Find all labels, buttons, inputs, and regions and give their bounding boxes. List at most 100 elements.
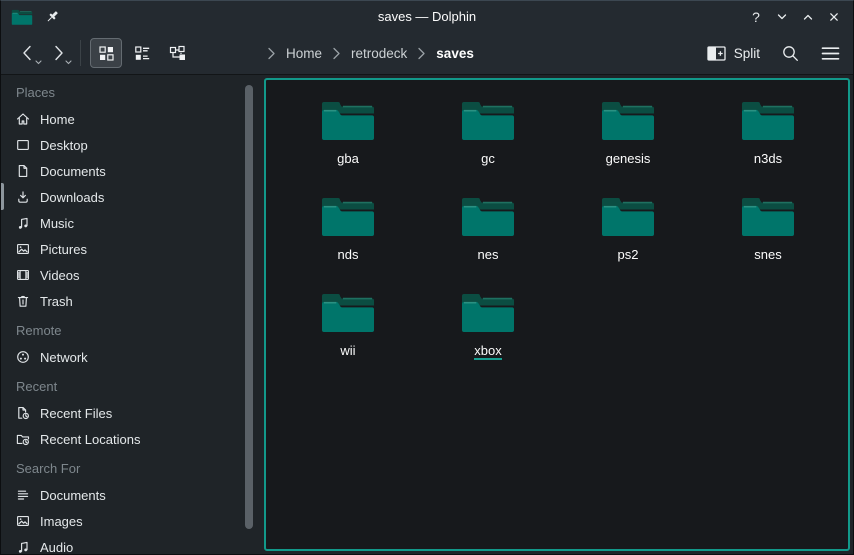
sidebar-item-documents[interactable]: Documents: [1, 482, 264, 508]
breadcrumb-separator-icon: [417, 47, 426, 60]
search-icon[interactable]: [781, 44, 800, 63]
breadcrumb-current[interactable]: saves: [436, 46, 474, 61]
sidebar-item-downloads[interactable]: Downloads: [1, 184, 264, 210]
toolbar: Home retrodeck saves Split: [1, 32, 853, 75]
sidebar-item-label: Downloads: [40, 190, 104, 205]
section-remote: Remote Network: [1, 318, 264, 370]
folder-wii[interactable]: wii: [278, 288, 418, 384]
sidebar-item-label: Network: [40, 350, 88, 365]
folder-label: nes: [478, 247, 499, 262]
sidebar-item-network[interactable]: Network: [1, 344, 264, 370]
forward-button[interactable]: [43, 38, 73, 68]
folder-icon: [600, 192, 656, 238]
sidebar-item-label: Documents: [40, 488, 106, 503]
folder-label: n3ds: [754, 151, 782, 166]
folder-nds[interactable]: nds: [278, 192, 418, 288]
split-button[interactable]: Split: [707, 46, 760, 61]
folder-icon: [460, 96, 516, 142]
folder-icon: [320, 288, 376, 334]
sidebar-item-label: Pictures: [40, 242, 87, 257]
breadcrumb-item-retrodeck[interactable]: retrodeck: [351, 46, 407, 61]
breadcrumb-separator-icon: [332, 47, 341, 60]
document-icon: [15, 163, 31, 179]
folder-label: ps2: [618, 247, 639, 262]
folder-icon: [320, 192, 376, 238]
folder-gba[interactable]: gba: [278, 96, 418, 192]
tree-view-button[interactable]: [162, 38, 194, 68]
titlebar[interactable]: saves — Dolphin ?: [1, 1, 853, 32]
sidebar-item-images[interactable]: Images: [1, 508, 264, 534]
window-title: saves — Dolphin: [1, 1, 853, 32]
desktop-icon: [15, 137, 31, 153]
section-header-search-for: Search For: [1, 456, 264, 482]
folder-label: nds: [338, 247, 359, 262]
minimize-button[interactable]: [769, 4, 795, 30]
folder-label: wii: [340, 343, 355, 358]
network-icon: [15, 349, 31, 365]
icons-view-button[interactable]: [90, 38, 122, 68]
sidebar-item-label: Trash: [40, 294, 73, 309]
section-header-places: Places: [1, 80, 264, 106]
sidebar-item-desktop[interactable]: Desktop: [1, 132, 264, 158]
folder-xbox[interactable]: xbox: [418, 288, 558, 384]
sidebar-scrollbar[interactable]: [245, 85, 253, 529]
sidebar-item-label: Images: [40, 514, 83, 529]
sidebar-item-trash[interactable]: Trash: [1, 288, 264, 314]
places-panel: Places Home Desktop Documents Downloads Music…: [1, 76, 264, 554]
sidebar-item-recent-locations[interactable]: Recent Locations: [1, 426, 264, 452]
folder-grid: gba gc genesis n3ds nds nes ps2 snes wii xbox: [278, 96, 842, 384]
folder-view[interactable]: gba gc genesis n3ds nds nes ps2 snes wii xbox: [264, 78, 850, 551]
breadcrumb-separator-icon: [267, 47, 276, 60]
folder-label: gc: [481, 151, 495, 166]
hamburger-menu-icon[interactable]: [821, 46, 840, 61]
maximize-button[interactable]: [795, 4, 821, 30]
folder-icon: [740, 192, 796, 238]
folder-n3ds[interactable]: n3ds: [698, 96, 838, 192]
music-icon: [15, 539, 31, 554]
download-icon: [15, 189, 31, 205]
sidebar-item-label: Desktop: [40, 138, 88, 153]
toolbar-separator: [80, 40, 81, 66]
doc-lines-icon: [15, 487, 31, 503]
sidebar-item-label: Recent Locations: [40, 432, 140, 447]
sidebar-item-videos[interactable]: Videos: [1, 262, 264, 288]
folder-icon: [740, 96, 796, 142]
details-view-button[interactable]: [126, 38, 158, 68]
sidebar-item-home[interactable]: Home: [1, 106, 264, 132]
sidebar-item-label: Documents: [40, 164, 106, 179]
folder-label: xbox: [474, 343, 501, 360]
folder-label: gba: [337, 151, 359, 166]
image-icon: [15, 241, 31, 257]
folder-icon: [460, 192, 516, 238]
breadcrumb: Home retrodeck saves: [267, 32, 474, 74]
folder-gc[interactable]: gc: [418, 96, 558, 192]
sidebar-item-pictures[interactable]: Pictures: [1, 236, 264, 262]
sidebar-item-recent-files[interactable]: Recent Files: [1, 400, 264, 426]
recent-file-icon: [15, 405, 31, 421]
close-button[interactable]: [821, 4, 847, 30]
folder-icon: [600, 96, 656, 142]
split-label: Split: [734, 46, 760, 61]
recent-folder-icon: [15, 431, 31, 447]
back-button[interactable]: [13, 38, 43, 68]
sidebar-item-label: Home: [40, 112, 75, 127]
music-icon: [15, 215, 31, 231]
section-header-remote: Remote: [1, 318, 264, 344]
video-icon: [15, 267, 31, 283]
sidebar-item-music[interactable]: Music: [1, 210, 264, 236]
sidebar-item-label: Recent Files: [40, 406, 112, 421]
folder-snes[interactable]: snes: [698, 192, 838, 288]
dolphin-window: saves — Dolphin ?: [0, 0, 854, 555]
folder-genesis[interactable]: genesis: [558, 96, 698, 192]
window-edge-indicator: [1, 183, 4, 210]
breadcrumb-item-home[interactable]: Home: [286, 46, 322, 61]
sidebar-item-documents[interactable]: Documents: [1, 158, 264, 184]
home-icon: [15, 111, 31, 127]
folder-icon: [320, 96, 376, 142]
folder-nes[interactable]: nes: [418, 192, 558, 288]
folder-ps2[interactable]: ps2: [558, 192, 698, 288]
folder-label: snes: [754, 247, 781, 262]
help-button[interactable]: ?: [743, 4, 769, 30]
sidebar-item-audio[interactable]: Audio: [1, 534, 264, 554]
section-header-recent: Recent: [1, 374, 264, 400]
